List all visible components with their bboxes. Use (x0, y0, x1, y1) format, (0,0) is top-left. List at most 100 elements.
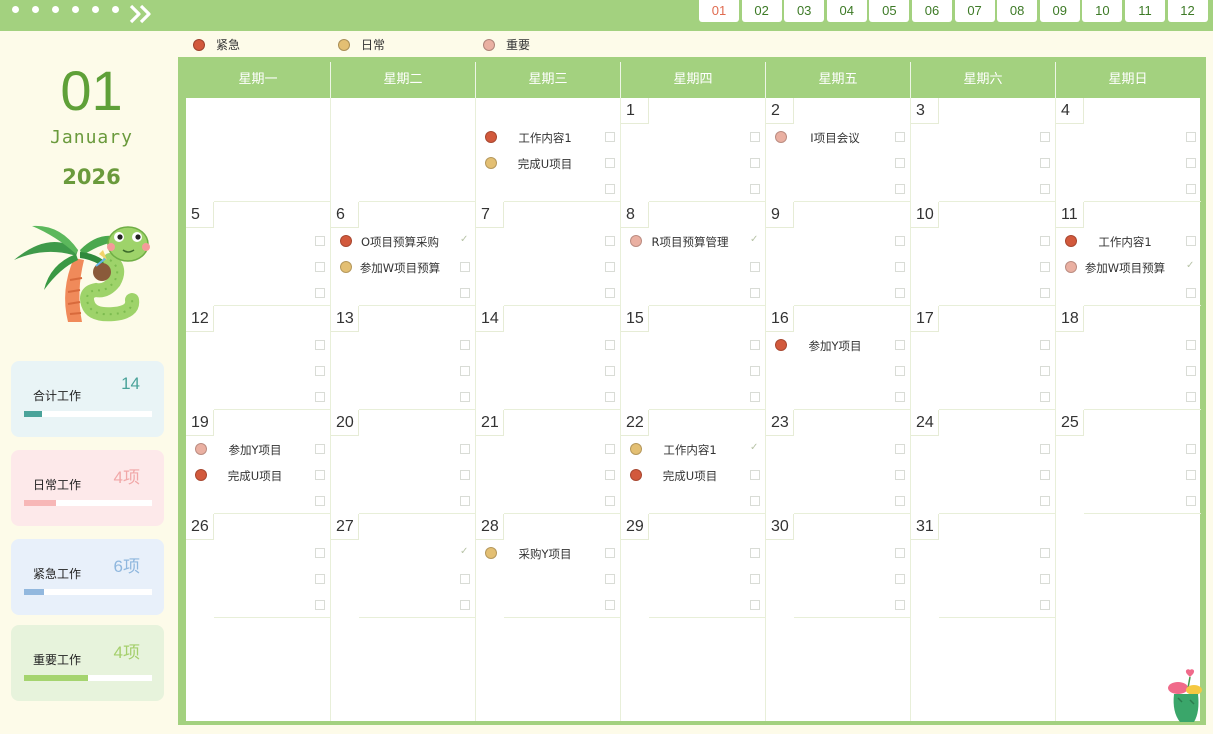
task-item[interactable]: 工作内容1 (476, 131, 621, 145)
checkmark-icon[interactable]: ✓ (460, 234, 470, 246)
task-checkbox[interactable] (315, 496, 325, 506)
task-checkbox[interactable] (1186, 366, 1196, 376)
task-checkbox[interactable] (605, 548, 615, 558)
calendar-day-cell[interactable]: 4 (1056, 98, 1201, 202)
task-checkbox[interactable] (895, 132, 905, 142)
task-checkbox[interactable] (315, 340, 325, 350)
calendar-day-cell[interactable]: 22 工作内容1 ✓ 完成U项目 (621, 410, 766, 514)
task-checkbox[interactable] (315, 574, 325, 584)
task-checkbox[interactable] (895, 444, 905, 454)
task-checkbox[interactable] (750, 184, 760, 194)
task-checkbox[interactable] (315, 470, 325, 480)
calendar-day-cell[interactable]: 10 (911, 202, 1056, 306)
task-checkbox[interactable] (460, 470, 470, 480)
task-checkbox[interactable] (1040, 392, 1050, 402)
task-checkbox[interactable] (605, 184, 615, 194)
month-tab-12[interactable]: 12 (1167, 0, 1208, 22)
month-tab-10[interactable]: 10 (1082, 0, 1123, 22)
checkmark-icon[interactable]: ✓ (750, 234, 760, 246)
calendar-day-cell[interactable]: 6 O项目预算采购 ✓ 参加W项目预算 (331, 202, 476, 306)
task-checkbox[interactable] (895, 288, 905, 298)
task-checkbox[interactable] (1040, 184, 1050, 194)
calendar-day-cell[interactable]: 20 (331, 410, 476, 514)
task-checkbox[interactable] (315, 392, 325, 402)
task-checkbox[interactable] (605, 574, 615, 584)
task-checkbox[interactable] (1040, 548, 1050, 558)
task-item[interactable]: R项目预算管理 (621, 235, 766, 249)
calendar-day-cell[interactable]: 29 (621, 514, 766, 618)
task-checkbox[interactable] (605, 288, 615, 298)
task-item[interactable]: 参加Y项目 (186, 443, 331, 457)
calendar-day-cell[interactable]: 21 (476, 410, 621, 514)
task-checkbox[interactable] (460, 496, 470, 506)
task-checkbox[interactable] (460, 574, 470, 584)
task-checkbox[interactable] (750, 548, 760, 558)
calendar-day-cell[interactable]: 12 (186, 306, 331, 410)
task-checkbox[interactable] (605, 158, 615, 168)
task-checkbox[interactable] (605, 340, 615, 350)
calendar-day-cell[interactable]: 23 (766, 410, 911, 514)
month-tab-02[interactable]: 02 (741, 0, 782, 22)
calendar-day-cell[interactable]: 27 ✓ (331, 514, 476, 618)
task-checkbox[interactable] (750, 262, 760, 272)
task-item[interactable]: 完成U项目 (186, 469, 331, 483)
calendar-day-cell[interactable]: 7 (476, 202, 621, 306)
task-item[interactable]: O项目预算采购 (331, 235, 476, 249)
month-tab-04[interactable]: 04 (826, 0, 867, 22)
month-tab-11[interactable]: 11 (1124, 0, 1165, 22)
calendar-day-cell[interactable]: 25 (1056, 410, 1201, 514)
checkmark-icon[interactable]: ✓ (750, 442, 760, 454)
task-checkbox[interactable] (750, 158, 760, 168)
month-tab-01[interactable]: 01 (699, 0, 739, 22)
task-checkbox[interactable] (460, 600, 470, 610)
task-checkbox[interactable] (895, 600, 905, 610)
calendar-day-cell[interactable]: 31 (911, 514, 1056, 618)
task-item[interactable]: 采购Y项目 (476, 547, 621, 561)
task-item[interactable]: 参加W项目预算 (1056, 261, 1201, 275)
task-checkbox[interactable] (1040, 496, 1050, 506)
task-checkbox[interactable] (895, 366, 905, 376)
task-checkbox[interactable] (315, 600, 325, 610)
calendar-day-cell[interactable]: 28 采购Y项目 (476, 514, 621, 618)
task-checkbox[interactable] (895, 574, 905, 584)
calendar-day-cell[interactable]: 2 I项目会议 (766, 98, 911, 202)
task-item[interactable]: 完成U项目 (476, 157, 621, 171)
calendar-day-cell[interactable]: 16 参加Y项目 (766, 306, 911, 410)
task-checkbox[interactable] (315, 444, 325, 454)
task-checkbox[interactable] (1186, 444, 1196, 454)
task-checkbox[interactable] (315, 366, 325, 376)
task-checkbox[interactable] (315, 262, 325, 272)
task-checkbox[interactable] (895, 262, 905, 272)
task-item[interactable]: 参加W项目预算 (331, 261, 476, 275)
task-checkbox[interactable] (750, 496, 760, 506)
calendar-day-cell[interactable]: 14 (476, 306, 621, 410)
calendar-day-cell[interactable]: 1 (621, 98, 766, 202)
task-item[interactable]: I项目会议 (766, 131, 911, 145)
calendar-day-cell[interactable]: 24 (911, 410, 1056, 514)
task-checkbox[interactable] (895, 548, 905, 558)
task-checkbox[interactable] (460, 262, 470, 272)
task-checkbox[interactable] (1040, 444, 1050, 454)
task-checkbox[interactable] (460, 340, 470, 350)
month-tab-06[interactable]: 06 (911, 0, 952, 22)
month-tab-05[interactable]: 05 (869, 0, 910, 22)
task-checkbox[interactable] (895, 392, 905, 402)
task-checkbox[interactable] (605, 444, 615, 454)
task-checkbox[interactable] (750, 366, 760, 376)
task-checkbox[interactable] (1186, 184, 1196, 194)
task-checkbox[interactable] (895, 340, 905, 350)
task-checkbox[interactable] (1040, 366, 1050, 376)
task-checkbox[interactable] (605, 470, 615, 480)
task-checkbox[interactable] (1186, 288, 1196, 298)
task-checkbox[interactable] (1186, 132, 1196, 142)
task-item[interactable]: 参加Y项目 (766, 339, 911, 353)
month-tab-08[interactable]: 08 (997, 0, 1038, 22)
checkmark-icon[interactable]: ✓ (1186, 260, 1196, 272)
task-checkbox[interactable] (1040, 340, 1050, 350)
task-checkbox[interactable] (1186, 470, 1196, 480)
task-checkbox[interactable] (1186, 236, 1196, 246)
task-checkbox[interactable] (1040, 262, 1050, 272)
month-tab-03[interactable]: 03 (784, 0, 825, 22)
task-item[interactable]: 工作内容1 (621, 443, 766, 457)
calendar-day-cell[interactable]: 13 (331, 306, 476, 410)
